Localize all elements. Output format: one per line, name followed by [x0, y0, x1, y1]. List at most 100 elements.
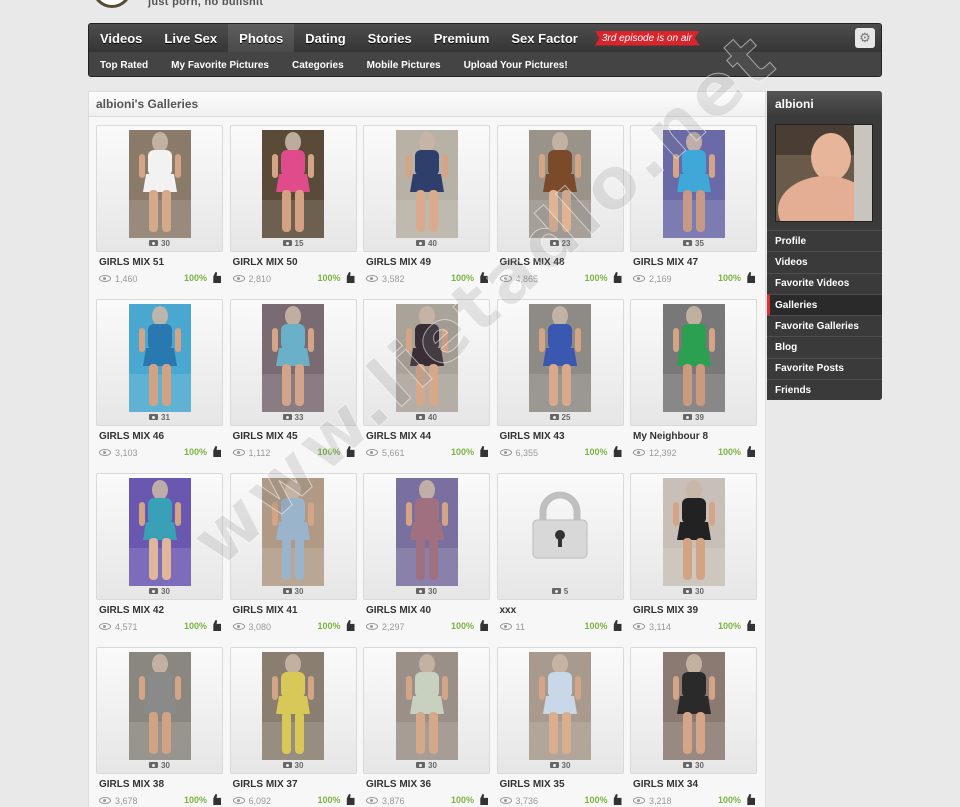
promo-badge[interactable]: 3rd episode is on air — [594, 30, 700, 46]
thumbnail-frame[interactable]: 5 — [496, 473, 624, 600]
gallery-card[interactable]: 5 xxx 11 100% — [496, 473, 624, 647]
gallery-title[interactable]: GIRLS MIX 41 — [230, 605, 357, 616]
thumbs-up-icon[interactable] — [346, 620, 355, 631]
gallery-card[interactable]: 23 GIRLS MIX 48 4,865 100% — [496, 125, 624, 299]
tab-videos[interactable]: Videos — [89, 24, 153, 52]
thumbnail-frame[interactable]: 35 — [630, 125, 757, 252]
thumbs-up-icon[interactable] — [213, 272, 221, 283]
subtab-upload-your-pictures[interactable]: Upload Your Pictures! — [453, 60, 580, 71]
sidebar-item-profile[interactable]: Profile — [767, 230, 882, 252]
thumbnail-frame[interactable]: 30 — [229, 473, 357, 600]
gallery-thumbnail[interactable] — [395, 652, 458, 760]
gallery-card[interactable]: 30 GIRLS MIX 36 3,876 100% — [363, 647, 490, 807]
gallery-title[interactable]: GIRLS MIX 39 — [630, 605, 757, 616]
gallery-thumbnail[interactable] — [128, 130, 191, 238]
tab-premium[interactable]: Premium — [423, 24, 501, 52]
tab-stories[interactable]: Stories — [357, 24, 423, 52]
thumbs-up-icon[interactable] — [213, 446, 221, 457]
sidebar-item-favorite-galleries[interactable]: Favorite Galleries — [767, 315, 882, 337]
gallery-card[interactable]: 30 GIRLS MIX 42 4,571 100% — [96, 473, 223, 647]
thumbnail-frame[interactable]: 23 — [496, 125, 624, 252]
gallery-card[interactable]: 30 GIRLS MIX 37 6,092 100% — [229, 647, 357, 807]
gallery-thumbnail[interactable] — [262, 304, 324, 412]
gallery-card[interactable]: 30 GIRLS MIX 35 3,736 100% — [496, 647, 624, 807]
gallery-title[interactable]: GIRLS MIX 45 — [230, 431, 357, 442]
sidebar-item-friends[interactable]: Friends — [767, 379, 882, 401]
thumbs-up-icon[interactable] — [613, 272, 622, 283]
gallery-thumbnail[interactable] — [128, 478, 191, 586]
tab-dating[interactable]: Dating — [294, 24, 356, 52]
subtab-mobile-pictures[interactable]: Mobile Pictures — [356, 60, 453, 71]
gallery-card[interactable]: 39 My Neighbour 8 12,392 100% — [630, 299, 757, 473]
thumbs-up-icon[interactable] — [747, 620, 755, 631]
subtab-top-rated[interactable]: Top Rated — [89, 60, 160, 71]
gallery-thumbnail[interactable] — [662, 478, 725, 586]
gallery-card[interactable]: 33 GIRLS MIX 45 1,112 100% — [229, 299, 357, 473]
subtab-my-favorite-pictures[interactable]: My Favorite Pictures — [160, 60, 281, 71]
sidebar-item-videos[interactable]: Videos — [767, 251, 882, 273]
thumbnail-frame[interactable]: 30 — [96, 473, 223, 600]
sidebar-username[interactable]: albioni — [767, 91, 882, 117]
gallery-title[interactable]: GIRLS MIX 40 — [363, 605, 490, 616]
thumbnail-frame[interactable]: 40 — [363, 299, 490, 426]
thumbs-up-icon[interactable] — [613, 620, 622, 631]
sidebar-item-favorite-posts[interactable]: Favorite Posts — [767, 357, 882, 380]
thumbs-up-icon[interactable] — [346, 446, 355, 457]
gallery-card[interactable]: 35 GIRLS MIX 47 2,169 100% — [630, 125, 757, 299]
thumbs-up-icon[interactable] — [480, 620, 488, 631]
gallery-thumbnail[interactable] — [128, 304, 191, 412]
thumbnail-frame[interactable]: 30 — [630, 473, 757, 600]
gallery-thumbnail[interactable] — [395, 478, 458, 586]
thumbs-up-icon[interactable] — [747, 272, 755, 283]
thumbs-up-icon[interactable] — [613, 794, 622, 805]
gallery-card[interactable]: 30 GIRLS MIX 39 3,114 100% — [630, 473, 757, 647]
gallery-card[interactable]: 30 GIRLS MIX 51 1,460 100% — [96, 125, 223, 299]
gallery-thumbnail[interactable] — [262, 478, 324, 586]
thumbnail-frame[interactable]: 39 — [630, 299, 757, 426]
thumbnail-frame[interactable]: 30 — [630, 647, 757, 774]
thumbs-up-icon[interactable] — [480, 794, 488, 805]
thumbs-up-icon[interactable] — [613, 446, 622, 457]
thumbs-up-icon[interactable] — [480, 272, 488, 283]
site-logo[interactable] — [92, 0, 132, 8]
gallery-title[interactable]: GIRLS MIX 43 — [497, 431, 624, 442]
thumbnail-frame[interactable]: 31 — [96, 299, 223, 426]
thumbs-up-icon[interactable] — [346, 794, 355, 805]
gallery-card[interactable]: 30 GIRLS MIX 41 3,080 100% — [229, 473, 357, 647]
gallery-thumbnail[interactable] — [395, 304, 458, 412]
tab-sex-factor[interactable]: Sex Factor — [500, 24, 588, 52]
gallery-title[interactable]: GIRLS MIX 38 — [96, 779, 223, 790]
gallery-thumbnail[interactable] — [262, 652, 324, 760]
thumbs-up-icon[interactable] — [480, 446, 488, 457]
thumbnail-frame[interactable]: 30 — [96, 647, 223, 774]
gallery-title[interactable]: xxx — [497, 605, 624, 616]
gallery-thumbnail[interactable] — [662, 304, 725, 412]
tab-photos[interactable]: Photos — [228, 24, 295, 52]
sidebar-item-blog[interactable]: Blog — [767, 336, 882, 358]
gallery-card[interactable]: 25 GIRLS MIX 43 6,355 100% — [496, 299, 624, 473]
avatar[interactable] — [775, 124, 873, 222]
settings-gear-icon[interactable]: ⚙ — [855, 28, 875, 48]
thumbs-up-icon[interactable] — [747, 794, 755, 805]
thumbs-up-icon[interactable] — [747, 446, 755, 457]
gallery-title[interactable]: GIRLS MIX 36 — [363, 779, 490, 790]
gallery-thumbnail[interactable] — [128, 652, 191, 760]
gallery-title[interactable]: GIRLS MIX 49 — [363, 257, 490, 268]
gallery-card[interactable]: 30 GIRLS MIX 40 2,297 100% — [363, 473, 490, 647]
subtab-categories[interactable]: Categories — [281, 60, 356, 71]
gallery-title[interactable]: GIRLS MIX 35 — [497, 779, 624, 790]
thumbnail-frame[interactable]: 30 — [496, 647, 624, 774]
thumbnail-frame[interactable]: 30 — [363, 473, 490, 600]
gallery-title[interactable]: GIRLS MIX 42 — [96, 605, 223, 616]
gallery-thumbnail[interactable] — [529, 130, 591, 238]
tab-live-sex[interactable]: Live Sex — [153, 24, 228, 52]
thumbnail-frame[interactable]: 30 — [229, 647, 357, 774]
sidebar-item-favorite-videos[interactable]: Favorite Videos — [767, 272, 882, 294]
gallery-card[interactable]: 30 GIRLS MIX 34 3,218 100% — [630, 647, 757, 807]
gallery-title[interactable]: GIRLS MIX 46 — [96, 431, 223, 442]
gallery-thumbnail[interactable] — [662, 130, 725, 238]
gallery-title[interactable]: GIRLX MIX 50 — [230, 257, 357, 268]
gallery-title[interactable]: GIRLS MIX 34 — [630, 779, 757, 790]
thumbs-up-icon[interactable] — [213, 620, 221, 631]
thumbnail-frame[interactable]: 30 — [363, 647, 490, 774]
